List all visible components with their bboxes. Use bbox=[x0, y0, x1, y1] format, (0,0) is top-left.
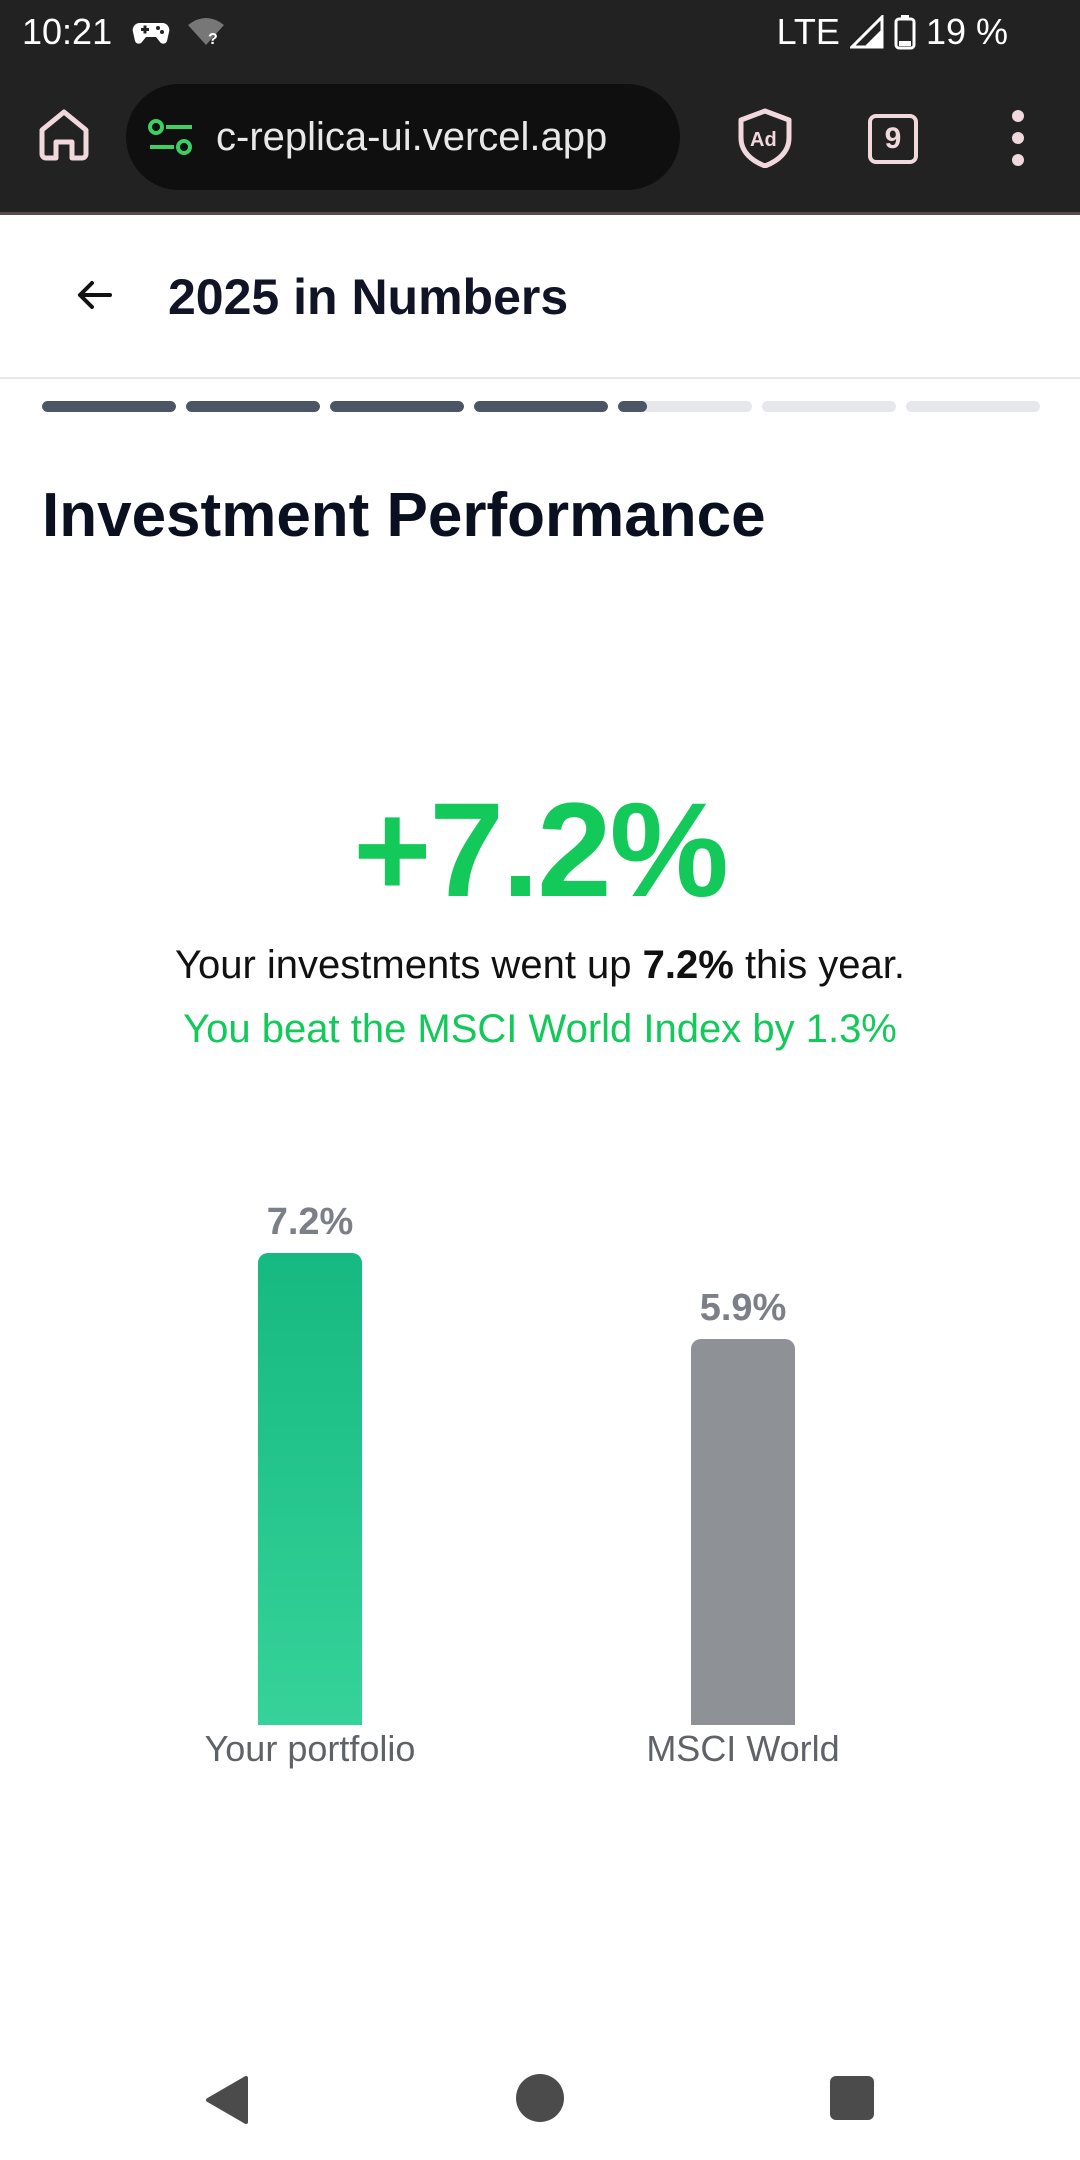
nav-recents-icon[interactable] bbox=[830, 2076, 874, 2120]
game-controller-icon bbox=[132, 22, 170, 44]
bar-value-label: 7.2% bbox=[266, 1201, 354, 1243]
progress-segment-fill bbox=[330, 401, 464, 412]
battery-icon bbox=[894, 15, 916, 50]
bar-category-label: MSCI World bbox=[646, 1728, 840, 1769]
headline-percentage: +7.2% bbox=[353, 776, 729, 925]
sentence-value: 7.2% bbox=[642, 943, 734, 987]
adblock-shield-icon[interactable]: Ad bbox=[736, 108, 794, 168]
sentence-prefix: Your investments went up bbox=[174, 943, 643, 987]
bar-category-label: Your portfolio bbox=[204, 1728, 416, 1769]
arrow-back-icon[interactable] bbox=[70, 271, 118, 319]
status-right: LTE 19 % bbox=[777, 10, 1008, 54]
progress-segment-fill bbox=[186, 401, 320, 412]
progress-segment-fill bbox=[42, 401, 176, 412]
progress-segment bbox=[762, 401, 896, 412]
status-bar: 10:21 ? LTE 19 % bbox=[0, 0, 1080, 64]
sentence-suffix: this year. bbox=[733, 943, 906, 987]
comparison-text: You beat the MSCI World Index by 1.3% bbox=[183, 1007, 897, 1051]
address-bar[interactable]: c-replica-ui.vercel.app bbox=[126, 84, 680, 190]
app-header: 2025 in Numbers bbox=[0, 215, 1080, 379]
bar-msci-world bbox=[691, 1339, 795, 1725]
signal-icon bbox=[849, 15, 884, 49]
progress-segment-fill bbox=[618, 401, 648, 412]
nav-home-icon[interactable] bbox=[516, 2074, 564, 2122]
performance-bar-chart: 7.2% Your portfolio 5.9% MSCI World bbox=[0, 1180, 1080, 1800]
section-title: Investment Performance bbox=[42, 481, 766, 550]
svg-text:Ad: Ad bbox=[750, 129, 777, 151]
progress-segment bbox=[618, 401, 752, 412]
progress-segment bbox=[186, 401, 320, 412]
svg-text:?: ? bbox=[208, 31, 218, 47]
status-notification-icons: ? bbox=[132, 14, 226, 50]
bar-value-label: 5.9% bbox=[699, 1287, 787, 1329]
home-icon[interactable] bbox=[34, 104, 94, 164]
progress-segment bbox=[42, 401, 176, 412]
summary-sentence: Your investments went up 7.2% this year. bbox=[0, 938, 1080, 992]
more-vert-icon[interactable] bbox=[998, 106, 1038, 170]
progress-segment bbox=[330, 401, 464, 412]
battery-percent: 19 % bbox=[925, 11, 1008, 52]
bar-your-portfolio bbox=[258, 1253, 362, 1725]
site-settings-icon[interactable] bbox=[148, 117, 194, 157]
status-time: 10:21 bbox=[22, 11, 113, 52]
progress-segment-fill bbox=[474, 401, 608, 412]
progress-segment bbox=[474, 401, 608, 412]
wifi-question-icon: ? bbox=[188, 18, 224, 47]
progress-segment bbox=[906, 401, 1040, 412]
system-nav-bar bbox=[0, 2040, 1080, 2160]
story-progress bbox=[42, 401, 1040, 412]
page-title: 2025 in Numbers bbox=[168, 269, 569, 325]
browser-toolbar: c-replica-ui.vercel.app Ad 9 bbox=[0, 64, 1080, 215]
tab-switcher-button[interactable]: 9 bbox=[868, 114, 918, 164]
network-type: LTE bbox=[776, 11, 840, 52]
nav-back-icon[interactable] bbox=[202, 2074, 254, 2126]
url-text[interactable]: c-replica-ui.vercel.app bbox=[216, 112, 666, 162]
